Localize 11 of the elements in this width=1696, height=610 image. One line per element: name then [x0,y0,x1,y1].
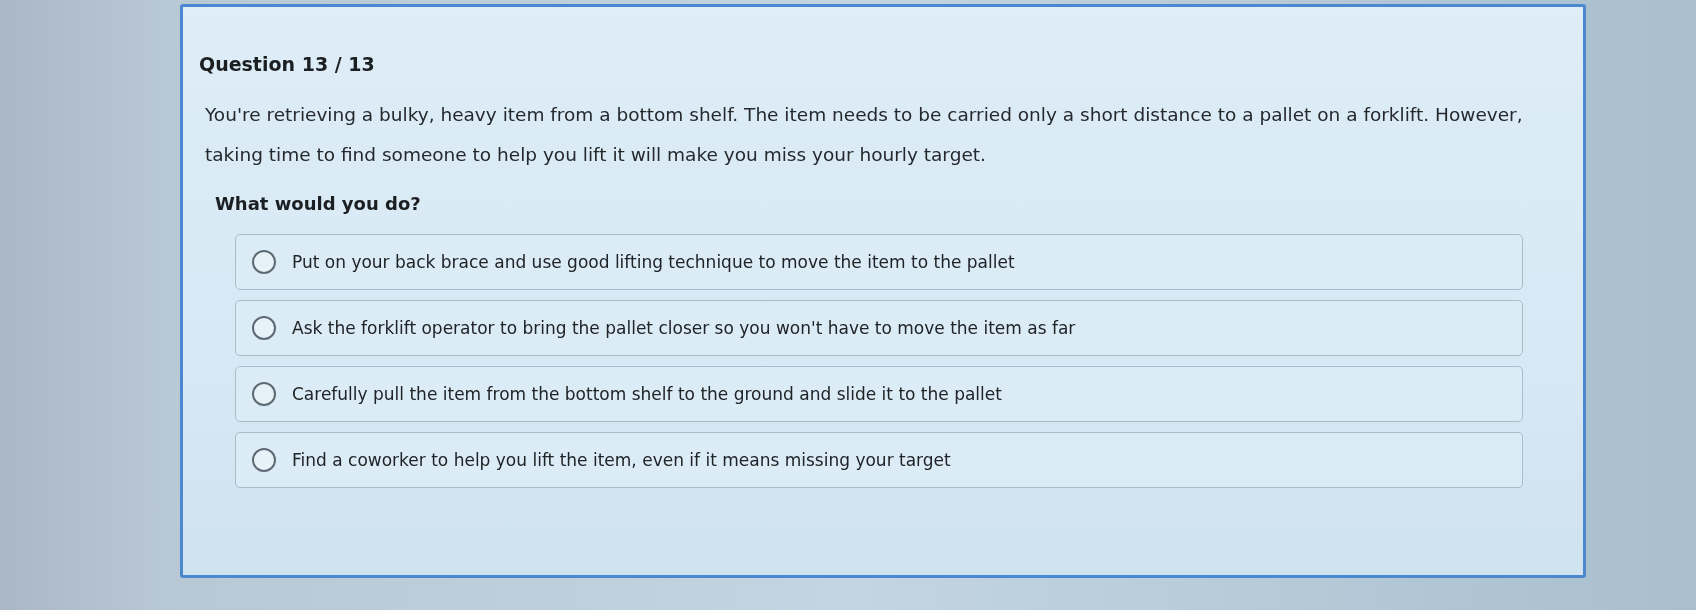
answer-option[interactable]: Ask the forklift operator to bring the pallet closer so you won't have to move the item as far [235,300,1523,356]
radio-button-icon[interactable] [252,250,276,274]
answer-option[interactable]: Carefully pull the item from the bottom shelf to the ground and slide it to the pallet [235,366,1523,422]
question-text: You're retrieving a bulky, heavy item from a bottom shelf. The item needs to be carried only a short distance to a pallet on a forklift. However, taking time to find someone to help you lift it will make you miss your hourly target. [205,103,1523,167]
answer-option[interactable]: Put on your back brace and use good lifting technique to move the item to the pallet [235,234,1523,290]
radio-button-icon[interactable] [252,382,276,406]
question-counter: Question 13 / 13 [199,53,376,75]
radio-button-icon[interactable] [252,316,276,340]
question-prompt: What would you do? [215,193,422,214]
radio-button-icon[interactable] [252,448,276,472]
answer-option[interactable]: Find a coworker to help you lift the item, even if it means missing your target [235,432,1523,488]
